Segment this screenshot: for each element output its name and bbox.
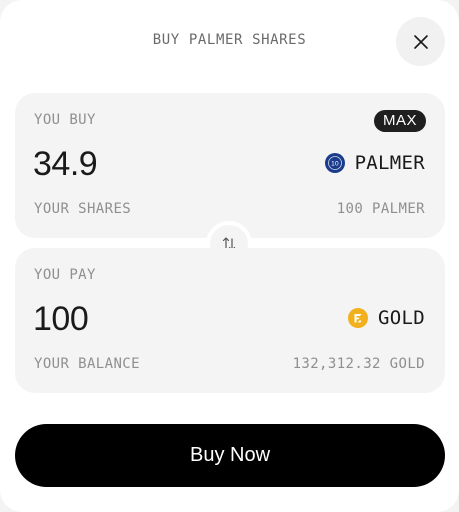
palmer-token-icon-text: 10: [331, 160, 339, 167]
buy-token-selector[interactable]: 10 PALMER: [324, 152, 425, 174]
buy-shares-dialog: BUY PALMER SHARES YOU BUY MAX 34.9 10 PA…: [0, 0, 459, 512]
palmer-token-icon: 10: [324, 153, 345, 173]
close-button[interactable]: [396, 17, 445, 66]
buy-now-button[interactable]: Buy Now: [15, 424, 445, 487]
your-balance-value: 132,312.32 GOLD: [292, 356, 425, 372]
your-shares-label: YOUR SHARES: [34, 201, 132, 217]
buy-card: YOU BUY MAX 34.9 10 PALMER YOUR SHARES 1…: [15, 93, 445, 238]
pay-token-selector[interactable]: GOLD: [348, 307, 425, 329]
your-balance-label: YOUR BALANCE: [34, 356, 140, 372]
dialog-title: BUY PALMER SHARES: [152, 32, 307, 48]
pay-amount-input[interactable]: 100: [33, 300, 89, 339]
buy-token-symbol: PALMER: [354, 152, 425, 174]
pay-card: YOU PAY 100 GOLD YOUR BALANCE 132,312.32…: [15, 248, 445, 393]
max-button[interactable]: MAX: [373, 110, 426, 132]
buy-amount-input[interactable]: 34.9: [33, 145, 98, 184]
you-pay-label: YOU PAY: [34, 267, 96, 283]
your-shares-value: 100 PALMER: [336, 201, 425, 217]
gold-token-icon: [348, 308, 369, 328]
pay-token-symbol: GOLD: [378, 307, 425, 329]
close-icon: [413, 34, 428, 49]
you-buy-label: YOU BUY: [34, 112, 96, 128]
